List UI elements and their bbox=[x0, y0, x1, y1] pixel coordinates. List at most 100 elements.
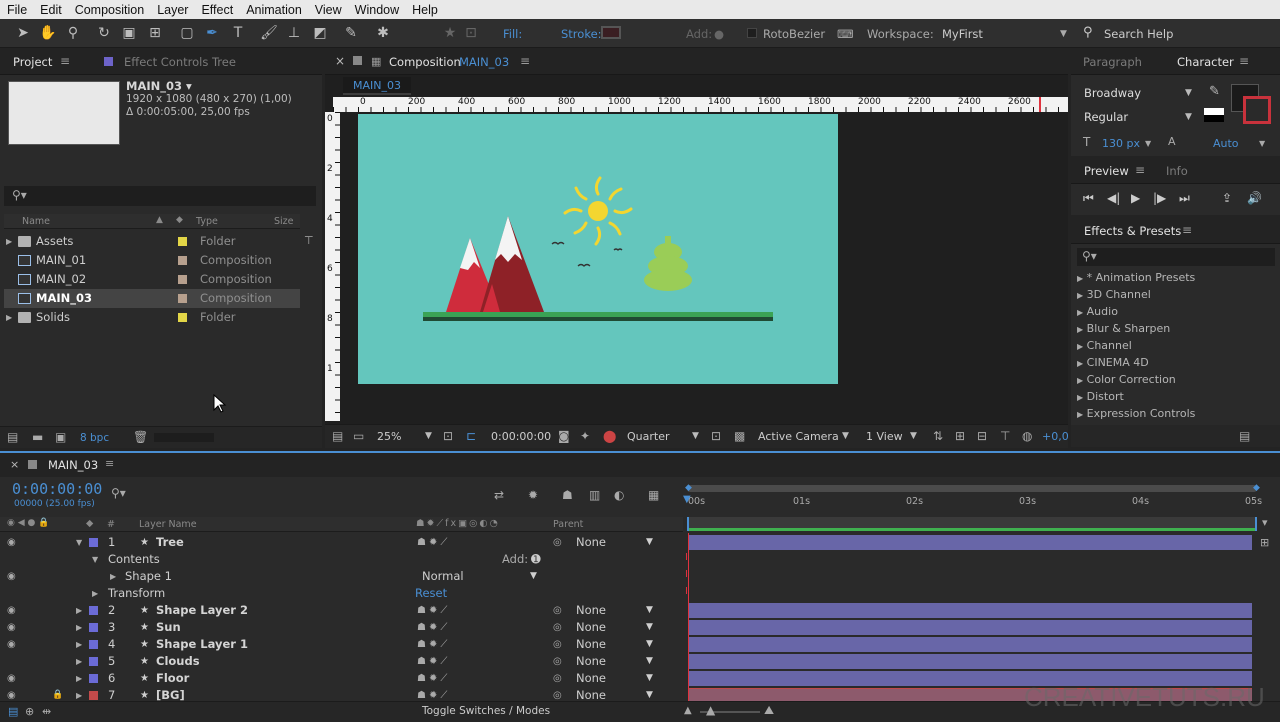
work-area-end-handle[interactable]: ◆ bbox=[1253, 483, 1260, 493]
timeline-scroll-up-icon[interactable]: ▾ bbox=[1262, 516, 1268, 529]
zoom-tool-icon[interactable]: ⚲ bbox=[64, 24, 82, 42]
layer-switches[interactable]: ☗✹⟋ bbox=[417, 636, 450, 653]
layer-switches[interactable]: ☗✹⟋ bbox=[417, 653, 450, 670]
tab-timeline-main03[interactable]: MAIN_03 bbox=[48, 458, 98, 472]
search-help-input[interactable]: Search Help bbox=[1104, 27, 1173, 41]
reset-transform-button[interactable]: Reset bbox=[415, 585, 447, 602]
pickwhip-icon[interactable]: ◎ bbox=[553, 636, 562, 653]
bit-depth-button[interactable]: 8 bpc bbox=[80, 432, 109, 444]
twirl-arrow-icon[interactable]: ▶ bbox=[92, 585, 98, 602]
parent-chevron-down-icon[interactable]: ▼ bbox=[646, 619, 653, 636]
tab-effects-presets[interactable]: Effects & Presets bbox=[1084, 224, 1181, 238]
layer-switches[interactable]: ☗✹⟋ bbox=[417, 534, 450, 551]
menu-file[interactable]: File bbox=[0, 0, 33, 19]
pickwhip-icon[interactable]: ◎ bbox=[553, 534, 562, 551]
composition-canvas[interactable] bbox=[358, 114, 838, 384]
layer-name[interactable]: Shape Layer 1 bbox=[156, 636, 248, 653]
layer-name[interactable]: Sun bbox=[156, 619, 181, 636]
layer-label-color[interactable] bbox=[89, 623, 98, 632]
brush-tool-icon[interactable]: 🖌 bbox=[260, 24, 278, 42]
close-tab-icon[interactable]: × bbox=[335, 54, 345, 68]
view-layout-dropdown[interactable]: 1 View bbox=[866, 430, 903, 443]
exposure-value[interactable]: +0,0 bbox=[1042, 430, 1069, 443]
rotobezier-checkbox[interactable] bbox=[747, 28, 757, 38]
layer-label-color[interactable] bbox=[89, 606, 98, 615]
expand-arrow-icon[interactable]: ▶ bbox=[1077, 376, 1083, 385]
col-size[interactable]: Size bbox=[274, 216, 294, 227]
show-snapshot-icon[interactable]: ✦ bbox=[580, 429, 590, 443]
col-name[interactable]: Name bbox=[22, 216, 50, 227]
label-color-swatch[interactable] bbox=[178, 313, 187, 322]
layer-label-color[interactable] bbox=[89, 691, 98, 700]
layer-switches[interactable]: ☗✹⟋ bbox=[417, 670, 450, 687]
layer-name[interactable]: Shape Layer 2 bbox=[156, 602, 248, 619]
interpret-footage-icon[interactable]: ▤ bbox=[7, 430, 18, 444]
expand-icon[interactable]: ⊕ bbox=[25, 705, 34, 718]
tab-preview[interactable]: Preview bbox=[1084, 164, 1129, 178]
layer-switches[interactable]: ☗✹⟋ bbox=[417, 619, 450, 636]
expand-arrow-icon[interactable]: ▶ bbox=[1077, 342, 1083, 351]
menu-layer[interactable]: Layer bbox=[150, 0, 194, 19]
pickwhip-icon[interactable]: ◎ bbox=[553, 653, 562, 670]
col-parent[interactable]: Parent bbox=[553, 519, 583, 530]
toggle-footer-icons[interactable]: ▤ bbox=[8, 705, 18, 718]
workspace-dropdown[interactable]: MyFirst bbox=[942, 27, 983, 41]
parent-dropdown[interactable]: None bbox=[576, 534, 606, 551]
camera-dropdown[interactable]: Active Camera bbox=[758, 430, 839, 443]
playhead-icon[interactable]: ▼ bbox=[683, 494, 691, 505]
effect-category[interactable]: ▶ 3D Channel bbox=[1077, 288, 1151, 301]
pickwhip-icon[interactable]: ◎ bbox=[553, 602, 562, 619]
type-tool-icon[interactable]: T bbox=[229, 24, 247, 42]
label-color-swatch[interactable] bbox=[178, 237, 187, 246]
expand-arrow-icon[interactable]: ▶ bbox=[6, 308, 12, 327]
pickwhip-icon[interactable]: ◎ bbox=[553, 670, 562, 687]
timeline-layer-row[interactable]: ◉ ▶ 2 ★ Shape Layer 2 ☗✹⟋ ◎ None ▼ bbox=[0, 602, 683, 619]
project-item[interactable]: ▶ Solids Folder bbox=[4, 308, 300, 327]
menu-edit[interactable]: Edit bbox=[33, 0, 68, 19]
menu-effect[interactable]: Effect bbox=[194, 0, 239, 19]
add-contents-button-icon[interactable]: ➊ bbox=[531, 551, 541, 568]
comp-button-icon[interactable]: ⊞ bbox=[1260, 536, 1269, 549]
roto-brush-tool-icon[interactable]: ✎ bbox=[342, 24, 360, 42]
effects-menu-icon[interactable]: ≡ bbox=[1182, 223, 1192, 237]
timeline-current-time[interactable]: 0:00:00:00 bbox=[12, 480, 102, 498]
transform-row[interactable]: ▶ Transform Reset bbox=[0, 585, 683, 602]
expand-arrow-icon[interactable]: ▶ bbox=[1077, 359, 1083, 368]
new-preset-icon[interactable]: ▤ bbox=[1239, 429, 1250, 443]
parent-dropdown[interactable]: None bbox=[576, 670, 606, 687]
tab-project[interactable]: Project bbox=[13, 55, 52, 69]
effect-category[interactable]: ▶ Channel bbox=[1077, 339, 1132, 352]
col-number[interactable]: # bbox=[107, 519, 115, 530]
motion-blur-icon[interactable]: ◐ bbox=[614, 488, 624, 502]
play-icon[interactable]: ▶ bbox=[1131, 191, 1140, 205]
layer-duration-bar[interactable] bbox=[689, 620, 1252, 635]
timeline-search-input[interactable]: ⚲▾ bbox=[106, 485, 486, 503]
parent-chevron-down-icon[interactable]: ▼ bbox=[646, 670, 653, 687]
parent-chevron-down-icon[interactable]: ▼ bbox=[646, 602, 653, 619]
layer-name[interactable]: Floor bbox=[156, 670, 189, 687]
magnification-chevron-down-icon[interactable]: ▼ bbox=[425, 431, 432, 441]
project-item[interactable]: MAIN_02 Composition bbox=[4, 270, 300, 289]
layer-duration-bar[interactable] bbox=[689, 535, 1252, 550]
expand-arrow-icon[interactable]: ▶ bbox=[1077, 308, 1083, 317]
font-size-value[interactable]: 130 px bbox=[1102, 137, 1140, 150]
composition-menu-icon[interactable]: ≡ bbox=[520, 54, 530, 68]
stroke-label[interactable]: Stroke: bbox=[561, 27, 602, 41]
draft-3d-icon[interactable]: ✹ bbox=[528, 488, 538, 502]
local-axis-star-icon[interactable]: ★ bbox=[441, 24, 459, 42]
snapshot-icon[interactable]: ◙ bbox=[558, 429, 570, 443]
effect-category[interactable]: ▶ * Animation Presets bbox=[1077, 271, 1195, 284]
effect-category[interactable]: ▶ Audio bbox=[1077, 305, 1118, 318]
work-area-range[interactable] bbox=[687, 485, 1257, 492]
visibility-eye-icon[interactable]: ◉ bbox=[7, 568, 16, 585]
effect-category[interactable]: ▶ Expression Controls bbox=[1077, 407, 1195, 420]
frame-blending-icon[interactable]: ▥ bbox=[589, 488, 600, 502]
visibility-eye-icon[interactable]: ◉ bbox=[7, 602, 16, 619]
parent-chevron-down-icon[interactable]: ▼ bbox=[646, 653, 653, 670]
timeline-layer-row[interactable]: ◉ ▼ 1 ★ Tree ☗✹⟋ ◎ None ▼ bbox=[0, 534, 683, 551]
zoom-in-icon[interactable]: ⛰ bbox=[764, 703, 774, 718]
project-scrollbar[interactable] bbox=[154, 433, 214, 442]
in-out-icon[interactable]: ⇹ bbox=[42, 705, 51, 718]
project-search-input[interactable]: ⚲▾ bbox=[4, 186, 316, 206]
twirl-arrow-icon[interactable]: ▶ bbox=[76, 636, 82, 653]
